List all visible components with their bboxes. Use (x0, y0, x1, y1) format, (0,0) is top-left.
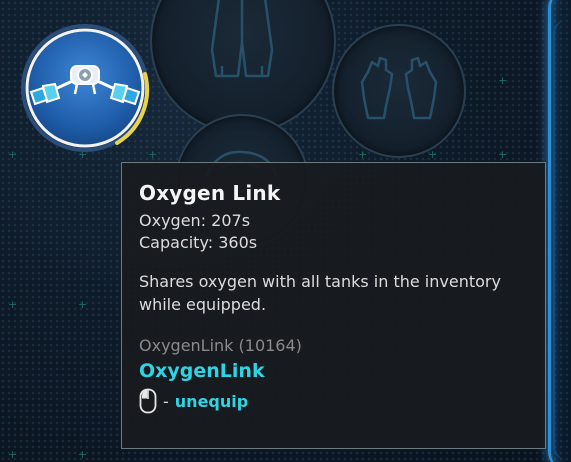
oxygen-link-slot[interactable] (19, 22, 151, 154)
action-dash: - (163, 391, 169, 411)
item-tooltip: Oxygen Link Oxygen: 207s Capacity: 360s … (121, 162, 546, 449)
tooltip-description: Shares oxygen with all tanks in the inve… (139, 272, 501, 314)
grid-cross-icon: + (78, 298, 88, 311)
suit-icon (210, 0, 274, 78)
game-screen: + + + + + + + + + + + + (0, 0, 571, 462)
grid-cross-icon: + (498, 74, 508, 87)
gloves-slot[interactable] (332, 24, 466, 158)
panel-edge-inner (553, 20, 571, 460)
tooltip-unequip-hint: - unequip (139, 388, 528, 414)
grid-cross-icon: + (498, 148, 508, 161)
tooltip-title: Oxygen Link (139, 181, 281, 205)
tooltip-item-id: OxygenLink (10164) (139, 336, 302, 355)
grid-cross-icon: + (8, 148, 18, 161)
grid-cross-icon: + (8, 448, 18, 461)
tooltip-oxygen: Oxygen: 207s (139, 211, 251, 230)
tooltip-item-name: OxygenLink (139, 360, 265, 382)
oxygen-link-icon (21, 24, 150, 152)
grid-cross-icon: + (8, 298, 18, 311)
gloves-icon (360, 56, 438, 120)
unequip-label: unequip (174, 391, 249, 411)
mouse-left-click-icon (139, 388, 157, 414)
tooltip-capacity: Capacity: 360s (139, 233, 258, 252)
grid-cross-icon: + (78, 448, 88, 461)
